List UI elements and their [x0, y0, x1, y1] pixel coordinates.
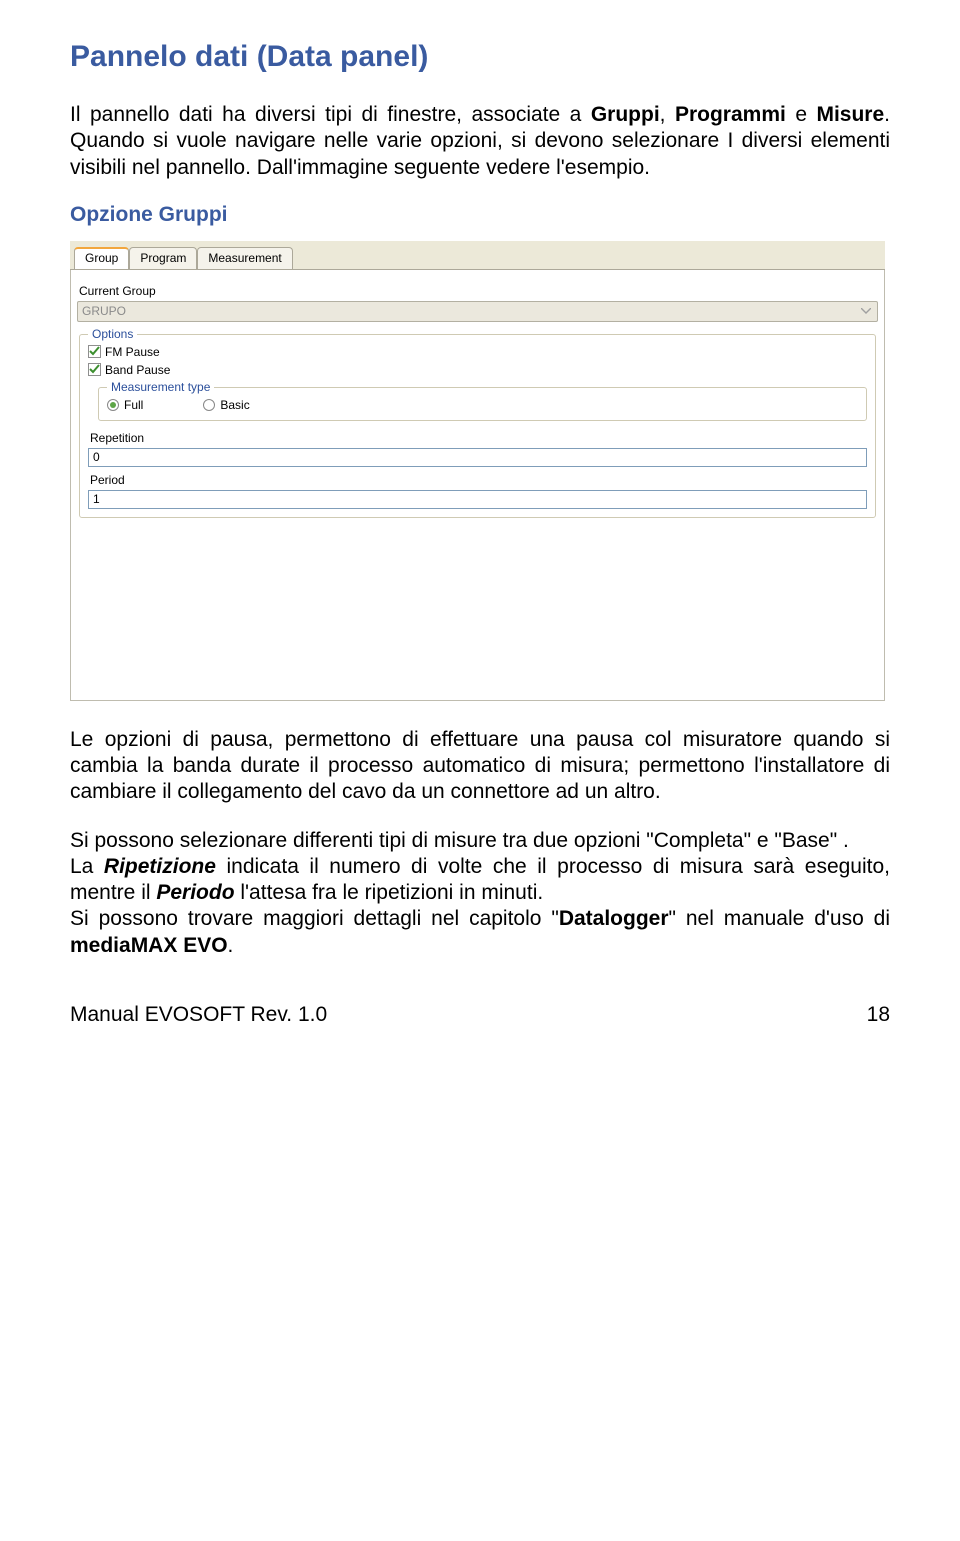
body-p1: Le opzioni di pausa, permettono di effet…	[70, 727, 890, 806]
tab-program[interactable]: Program	[129, 247, 197, 269]
period-label: Period	[90, 473, 865, 487]
band-pause-label: Band Pause	[105, 363, 170, 377]
intro-b3: Misure	[816, 103, 884, 126]
radio-basic[interactable]: Basic	[203, 398, 249, 412]
p3a: La	[70, 855, 104, 878]
p3-rip: Ripetizione	[104, 855, 216, 878]
intro-t2: ,	[660, 103, 675, 126]
band-pause-checkbox-row[interactable]: Band Pause	[88, 363, 867, 377]
checkbox-checked-icon	[88, 345, 101, 358]
chevron-down-icon	[858, 304, 873, 319]
footer-left: Manual EVOSOFT Rev. 1.0	[70, 1003, 327, 1027]
p3c: l'attesa fra le ripetizioni in minuti.	[235, 881, 544, 904]
body-p2: Si possono selezionare differenti tipi d…	[70, 828, 890, 854]
section-title-opzione-gruppi: Opzione Gruppi	[70, 203, 890, 227]
panel-body: Current Group GRUPO Options FM Pause Ban…	[70, 270, 885, 701]
intro-b1: Gruppi	[591, 103, 660, 126]
intro-paragraph: Il pannello dati ha diversi tipi di fine…	[70, 102, 890, 181]
fm-pause-label: FM Pause	[105, 345, 160, 359]
page-heading: Pannelo dati (Data panel)	[70, 40, 890, 74]
radio-row: Full Basic	[107, 398, 858, 412]
data-panel-screenshot: Group Program Measurement Current Group …	[70, 241, 885, 701]
repetition-input[interactable]	[88, 448, 867, 467]
p4-datalogger: Datalogger	[559, 907, 669, 930]
p4-mediamax: mediaMAX EVO	[70, 934, 228, 957]
intro-t1: Il pannello dati ha diversi tipi di fine…	[70, 103, 591, 126]
options-fieldset-title: Options	[88, 327, 137, 341]
measurement-type-title: Measurement type	[107, 380, 214, 394]
p3-per: Periodo	[156, 881, 234, 904]
fm-pause-checkbox-row[interactable]: FM Pause	[88, 345, 867, 359]
options-fieldset: Options FM Pause Band Pause Measurement …	[79, 334, 876, 518]
current-group-value: GRUPO	[82, 304, 126, 318]
radio-selected-icon	[107, 399, 119, 411]
current-group-label: Current Group	[79, 284, 876, 298]
radio-full-label: Full	[124, 398, 143, 412]
p4a: Si possono trovare maggiori dettagli nel…	[70, 907, 559, 930]
intro-b2: Programmi	[675, 103, 786, 126]
radio-basic-label: Basic	[220, 398, 249, 412]
footer: Manual EVOSOFT Rev. 1.0 18	[70, 1003, 890, 1027]
repetition-label: Repetition	[90, 431, 865, 445]
current-group-dropdown[interactable]: GRUPO	[77, 301, 878, 322]
radio-full[interactable]: Full	[107, 398, 143, 412]
body-p3: La Ripetizione indicata il numero di vol…	[70, 854, 890, 907]
body-p4: Si possono trovare maggiori dettagli nel…	[70, 906, 890, 959]
checkbox-checked-icon	[88, 363, 101, 376]
tab-measurement[interactable]: Measurement	[197, 247, 292, 269]
measurement-type-fieldset: Measurement type Full Basic	[98, 387, 867, 421]
radio-unselected-icon	[203, 399, 215, 411]
intro-t3: e	[786, 103, 817, 126]
tab-row: Group Program Measurement	[70, 241, 885, 270]
p4c: .	[228, 934, 234, 957]
page-number: 18	[867, 1003, 890, 1027]
p4b: " nel manuale d'uso di	[669, 907, 891, 930]
period-input[interactable]	[88, 490, 867, 509]
tab-group[interactable]: Group	[74, 247, 129, 269]
